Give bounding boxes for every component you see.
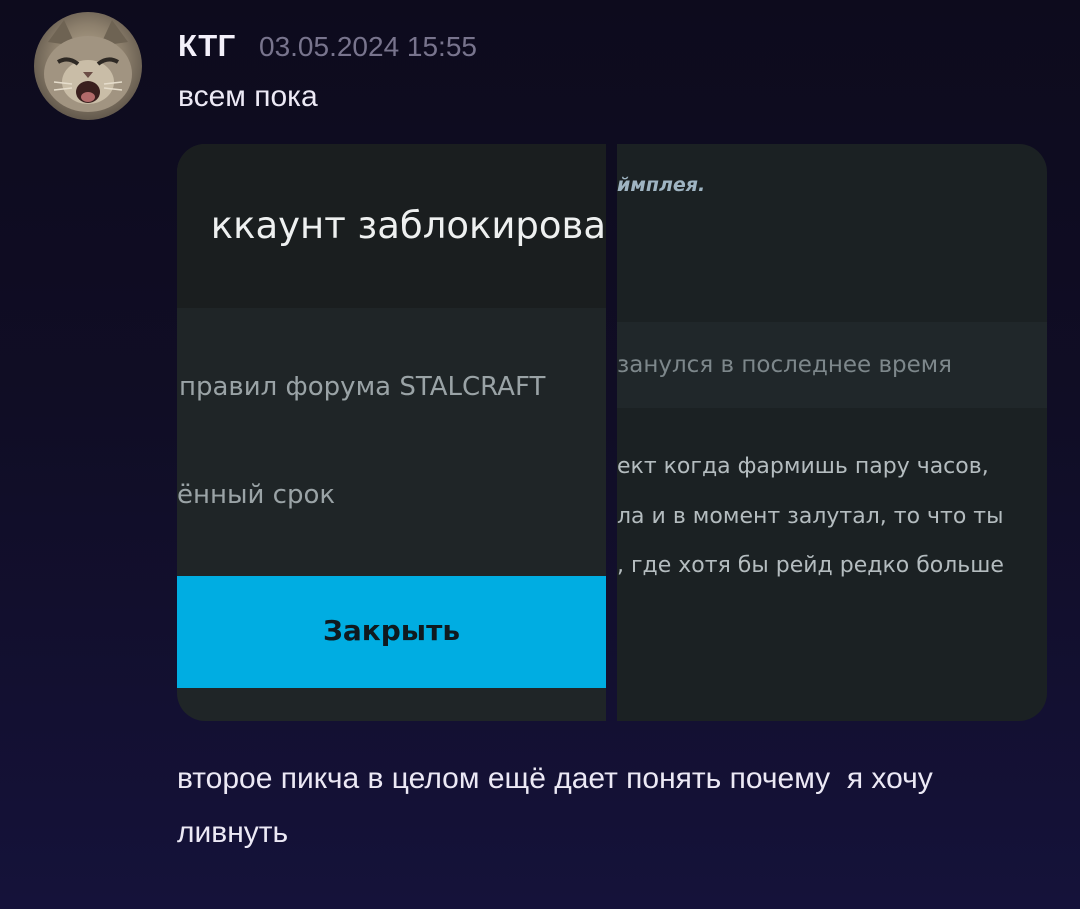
post-text-line: ект когда фармишь пару часов, xyxy=(617,454,989,479)
ban-term-text: ённый срок xyxy=(177,480,336,510)
chat-message: КТГ 03.05.2024 15:55 всем пока ккаунт за… xyxy=(0,0,1080,909)
author-name[interactable]: КТГ xyxy=(178,28,236,64)
dialog-header: ккаунт заблокирова xyxy=(177,144,606,308)
avatar[interactable] xyxy=(34,12,142,120)
post-text-line: , где хотя бы рейд редко больше xyxy=(617,553,1004,578)
close-button-label: Закрыть xyxy=(322,614,461,647)
close-button: Закрыть xyxy=(177,576,606,688)
attachment-image-forum-post[interactable]: ймплея. занулся в последнее время ект ко… xyxy=(617,144,1047,721)
post-text-line: ла и в момент залутал, то что ты xyxy=(617,504,1004,529)
post-subtitle-text: занулся в последнее время xyxy=(617,352,952,378)
message-text: всем пока xyxy=(178,80,318,113)
image-attachments: ккаунт заблокирова правил форума STALCRA… xyxy=(177,144,1047,721)
dialog-title: ккаунт заблокирова xyxy=(210,204,606,247)
ban-reason-text: правил форума STALCRAFT xyxy=(179,372,546,402)
attachment-image-ban-dialog[interactable]: ккаунт заблокирова правил форума STALCRA… xyxy=(177,144,606,721)
post-top-text: ймплея. xyxy=(617,174,706,196)
followup-message-text: второе пикча в целом ещё дает понять поч… xyxy=(177,762,942,849)
message-timestamp: 03.05.2024 15:55 xyxy=(259,31,477,62)
cat-avatar-icon xyxy=(44,20,132,112)
